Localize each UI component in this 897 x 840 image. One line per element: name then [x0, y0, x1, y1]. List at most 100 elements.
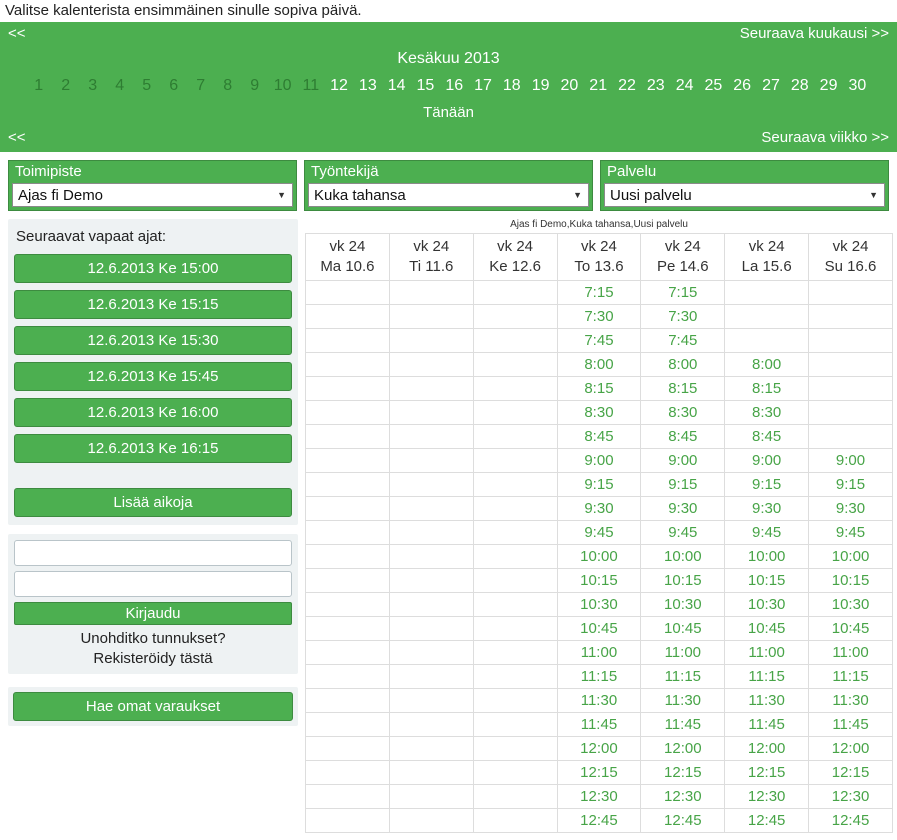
- calendar-day-27[interactable]: 27: [762, 77, 780, 95]
- time-slot-cell[interactable]: 7:15: [641, 280, 725, 304]
- time-slot-cell[interactable]: 11:15: [725, 664, 809, 688]
- time-slot-cell[interactable]: 9:15: [641, 472, 725, 496]
- calendar-day-16[interactable]: 16: [445, 77, 463, 95]
- time-slot-cell[interactable]: 11:45: [809, 712, 893, 736]
- calendar-day-4[interactable]: 4: [112, 77, 128, 95]
- login-password-input[interactable]: [14, 571, 292, 597]
- time-slot-cell[interactable]: 9:30: [809, 496, 893, 520]
- time-slot-cell[interactable]: 8:00: [557, 352, 641, 376]
- time-slot-cell[interactable]: 9:30: [725, 496, 809, 520]
- time-slot-cell[interactable]: 10:30: [557, 592, 641, 616]
- free-time-slot[interactable]: 12.6.2013 Ke 15:30: [14, 326, 292, 355]
- calendar-day-21[interactable]: 21: [589, 77, 607, 95]
- time-slot-cell[interactable]: 12:30: [641, 784, 725, 808]
- time-slot-cell[interactable]: 11:45: [557, 712, 641, 736]
- calendar-day-15[interactable]: 15: [417, 77, 435, 95]
- time-slot-cell[interactable]: 10:30: [809, 592, 893, 616]
- calendar-day-24[interactable]: 24: [676, 77, 694, 95]
- time-slot-cell[interactable]: 7:30: [557, 304, 641, 328]
- time-slot-cell[interactable]: 12:00: [809, 736, 893, 760]
- time-slot-cell[interactable]: 9:15: [557, 472, 641, 496]
- time-slot-cell[interactable]: 11:15: [809, 664, 893, 688]
- forgot-credentials-link[interactable]: Unohditko tunnukset?: [14, 629, 292, 649]
- time-slot-cell[interactable]: 10:00: [809, 544, 893, 568]
- time-slot-cell[interactable]: 8:30: [725, 400, 809, 424]
- time-slot-cell[interactable]: 10:00: [557, 544, 641, 568]
- time-slot-cell[interactable]: 12:00: [725, 736, 809, 760]
- free-time-slot[interactable]: 12.6.2013 Ke 15:45: [14, 362, 292, 391]
- time-slot-cell[interactable]: 10:45: [557, 616, 641, 640]
- calendar-day-29[interactable]: 29: [820, 77, 838, 95]
- time-slot-cell[interactable]: 7:30: [641, 304, 725, 328]
- calendar-day-9[interactable]: 9: [247, 77, 263, 95]
- calendar-day-3[interactable]: 3: [85, 77, 101, 95]
- time-slot-cell[interactable]: 9:45: [809, 520, 893, 544]
- more-times-button[interactable]: Lisää aikoja: [14, 488, 292, 517]
- time-slot-cell[interactable]: 11:30: [641, 688, 725, 712]
- time-slot-cell[interactable]: 9:30: [557, 496, 641, 520]
- login-username-input[interactable]: [14, 540, 292, 566]
- time-slot-cell[interactable]: 11:30: [725, 688, 809, 712]
- time-slot-cell[interactable]: 12:15: [557, 760, 641, 784]
- time-slot-cell[interactable]: 12:15: [809, 760, 893, 784]
- calendar-day-6[interactable]: 6: [166, 77, 182, 95]
- time-slot-cell[interactable]: 9:45: [641, 520, 725, 544]
- time-slot-cell[interactable]: 12:00: [641, 736, 725, 760]
- my-bookings-button[interactable]: Hae omat varaukset: [13, 692, 293, 721]
- time-slot-cell[interactable]: 11:00: [725, 640, 809, 664]
- time-slot-cell[interactable]: 11:45: [641, 712, 725, 736]
- time-slot-cell[interactable]: 12:45: [641, 808, 725, 832]
- time-slot-cell[interactable]: 10:45: [809, 616, 893, 640]
- time-slot-cell[interactable]: 12:30: [557, 784, 641, 808]
- time-slot-cell[interactable]: 11:30: [557, 688, 641, 712]
- time-slot-cell[interactable]: 8:30: [641, 400, 725, 424]
- time-slot-cell[interactable]: 10:15: [557, 568, 641, 592]
- calendar-day-8[interactable]: 8: [220, 77, 236, 95]
- calendar-day-5[interactable]: 5: [139, 77, 155, 95]
- calendar-day-14[interactable]: 14: [388, 77, 406, 95]
- time-slot-cell[interactable]: 10:45: [641, 616, 725, 640]
- time-slot-cell[interactable]: 11:15: [641, 664, 725, 688]
- calendar-day-1[interactable]: 1: [31, 77, 47, 95]
- time-slot-cell[interactable]: 10:15: [809, 568, 893, 592]
- calendar-day-13[interactable]: 13: [359, 77, 377, 95]
- free-time-slot[interactable]: 12.6.2013 Ke 15:00: [14, 254, 292, 283]
- time-slot-cell[interactable]: 11:00: [641, 640, 725, 664]
- time-slot-cell[interactable]: 11:00: [809, 640, 893, 664]
- time-slot-cell[interactable]: 11:45: [725, 712, 809, 736]
- time-slot-cell[interactable]: 9:00: [725, 448, 809, 472]
- calendar-day-7[interactable]: 7: [193, 77, 209, 95]
- time-slot-cell[interactable]: 9:15: [809, 472, 893, 496]
- time-slot-cell[interactable]: 9:00: [557, 448, 641, 472]
- time-slot-cell[interactable]: 11:15: [557, 664, 641, 688]
- time-slot-cell[interactable]: 9:00: [809, 448, 893, 472]
- free-time-slot[interactable]: 12.6.2013 Ke 16:00: [14, 398, 292, 427]
- time-slot-cell[interactable]: 12:15: [641, 760, 725, 784]
- calendar-day-20[interactable]: 20: [561, 77, 579, 95]
- time-slot-cell[interactable]: 12:15: [725, 760, 809, 784]
- calendar-day-28[interactable]: 28: [791, 77, 809, 95]
- calendar-day-23[interactable]: 23: [647, 77, 665, 95]
- prev-week-link[interactable]: <<: [8, 129, 26, 146]
- calendar-day-19[interactable]: 19: [532, 77, 550, 95]
- next-week-link[interactable]: Seuraava viikko >>: [761, 129, 889, 146]
- calendar-day-12[interactable]: 12: [330, 77, 348, 95]
- calendar-day-30[interactable]: 30: [848, 77, 866, 95]
- time-slot-cell[interactable]: 8:00: [725, 352, 809, 376]
- register-link[interactable]: Rekisteröidy tästä: [14, 649, 292, 669]
- time-slot-cell[interactable]: 11:00: [557, 640, 641, 664]
- time-slot-cell[interactable]: 10:30: [725, 592, 809, 616]
- time-slot-cell[interactable]: 11:30: [809, 688, 893, 712]
- time-slot-cell[interactable]: 9:15: [725, 472, 809, 496]
- free-time-slot[interactable]: 12.6.2013 Ke 15:15: [14, 290, 292, 319]
- time-slot-cell[interactable]: 7:45: [641, 328, 725, 352]
- calendar-day-22[interactable]: 22: [618, 77, 636, 95]
- time-slot-cell[interactable]: 9:45: [557, 520, 641, 544]
- time-slot-cell[interactable]: 12:45: [809, 808, 893, 832]
- free-time-slot[interactable]: 12.6.2013 Ke 16:15: [14, 434, 292, 463]
- calendar-day-10[interactable]: 10: [274, 77, 292, 95]
- time-slot-cell[interactable]: 12:30: [809, 784, 893, 808]
- time-slot-cell[interactable]: 10:15: [641, 568, 725, 592]
- login-button[interactable]: Kirjaudu: [14, 602, 292, 625]
- calendar-day-2[interactable]: 2: [58, 77, 74, 95]
